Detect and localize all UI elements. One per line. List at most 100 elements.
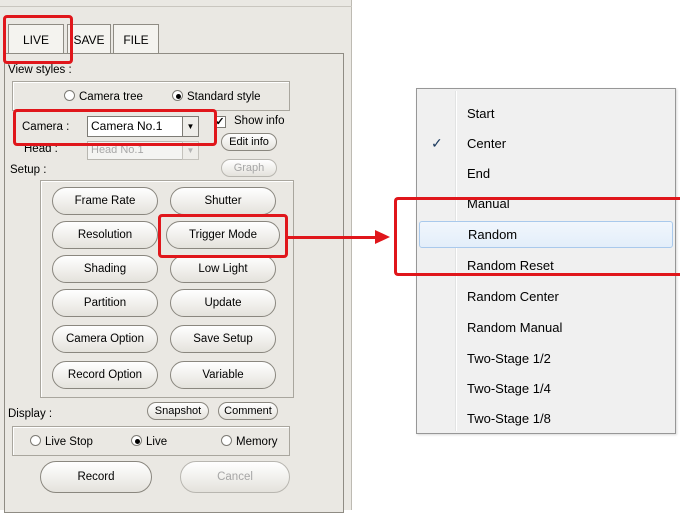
record-option-button[interactable]: Record Option bbox=[52, 361, 158, 389]
menu-item-label: Random Reset bbox=[467, 257, 554, 273]
head-dropdown-button[interactable]: ▼ bbox=[182, 141, 199, 160]
snapshot-button[interactable]: Snapshot bbox=[147, 402, 209, 420]
camera-tree-radio[interactable]: Camera tree bbox=[64, 90, 143, 103]
menu-item-center[interactable]: ✓ Center bbox=[419, 130, 673, 156]
display-label: Display : bbox=[8, 408, 53, 420]
setup-label: Setup : bbox=[10, 164, 47, 176]
chevron-down-icon: ▼ bbox=[186, 146, 195, 155]
menu-item-label: Random bbox=[468, 227, 518, 242]
radio-selected-icon bbox=[131, 435, 142, 446]
menu-item-random-center[interactable]: Random Center bbox=[419, 283, 673, 309]
frame-rate-label: Frame Rate bbox=[74, 195, 136, 207]
partition-button[interactable]: Partition bbox=[52, 289, 158, 317]
save-setup-label: Save Setup bbox=[193, 333, 253, 345]
camera-option-button[interactable]: Camera Option bbox=[52, 325, 158, 353]
shading-label: Shading bbox=[83, 263, 127, 275]
live-stop-radio[interactable]: Live Stop bbox=[30, 435, 93, 448]
menu-item-two-stage-1-2[interactable]: Two-Stage 1/2 bbox=[419, 345, 673, 371]
variable-button[interactable]: Variable bbox=[170, 361, 276, 389]
head-label: Head : bbox=[24, 143, 58, 155]
show-info-label: Show info bbox=[234, 115, 285, 127]
standard-style-radio[interactable]: Standard style bbox=[172, 90, 261, 103]
tab-save-label: SAVE bbox=[73, 32, 105, 47]
comment-label: Comment bbox=[224, 405, 272, 417]
save-setup-button[interactable]: Save Setup bbox=[170, 325, 276, 353]
shutter-button[interactable]: Shutter bbox=[170, 187, 276, 215]
low-light-label: Low Light bbox=[198, 263, 248, 275]
camera-dropdown-button[interactable]: ▼ bbox=[182, 116, 199, 137]
menu-item-label: Two-Stage 1/4 bbox=[467, 380, 551, 396]
edit-info-button[interactable]: Edit info bbox=[221, 133, 277, 151]
trigger-mode-label: Trigger Mode bbox=[189, 229, 257, 241]
cancel-label: Cancel bbox=[217, 471, 253, 483]
resolution-label: Resolution bbox=[77, 229, 133, 241]
head-select[interactable]: Head No.1 bbox=[87, 141, 183, 160]
radio-icon bbox=[64, 90, 75, 101]
cancel-button[interactable]: Cancel bbox=[180, 461, 290, 493]
camera-select-value: Camera No.1 bbox=[91, 119, 163, 133]
chevron-down-icon: ▼ bbox=[186, 122, 195, 131]
arrow-right-icon bbox=[375, 230, 390, 244]
record-option-label: Record Option bbox=[67, 369, 143, 381]
menu-item-random-reset[interactable]: Random Reset bbox=[419, 252, 673, 278]
record-button[interactable]: Record bbox=[40, 461, 152, 493]
checkmark-icon: ✓ bbox=[431, 134, 443, 151]
menu-item-label: Random Manual bbox=[467, 319, 563, 335]
tab-save[interactable]: SAVE bbox=[67, 24, 111, 54]
view-styles-label: View styles : bbox=[8, 64, 72, 76]
camera-option-label: Camera Option bbox=[66, 333, 144, 345]
snapshot-label: Snapshot bbox=[154, 405, 202, 417]
menu-item-two-stage-1-4[interactable]: Two-Stage 1/4 bbox=[419, 375, 673, 401]
menu-item-start[interactable]: Start bbox=[419, 100, 673, 126]
partition-label: Partition bbox=[83, 297, 127, 309]
shading-button[interactable]: Shading bbox=[52, 255, 158, 283]
checkmark-icon: ✓ bbox=[215, 116, 225, 128]
resolution-button[interactable]: Resolution bbox=[52, 221, 158, 249]
radio-icon bbox=[221, 435, 232, 446]
variable-label: Variable bbox=[202, 369, 244, 381]
menu-item-label: Two-Stage 1/8 bbox=[467, 410, 551, 426]
callout-arrow-line bbox=[287, 236, 377, 239]
tab-live[interactable]: LIVE bbox=[8, 24, 64, 54]
trigger-mode-button[interactable]: Trigger Mode bbox=[166, 221, 280, 249]
memory-label: Memory bbox=[236, 436, 278, 448]
comment-button[interactable]: Comment bbox=[218, 402, 278, 420]
menu-item-label: Two-Stage 1/2 bbox=[467, 350, 551, 366]
menu-item-label: Center bbox=[467, 135, 507, 151]
menu-item-label: Start bbox=[467, 105, 495, 121]
standard-style-label: Standard style bbox=[187, 91, 261, 103]
record-label: Record bbox=[77, 471, 115, 483]
tab-live-label: LIVE bbox=[22, 32, 49, 47]
radio-icon bbox=[30, 435, 41, 446]
graph-button[interactable]: Graph bbox=[221, 159, 277, 177]
edit-info-label: Edit info bbox=[229, 136, 269, 148]
menu-item-random[interactable]: Random bbox=[419, 221, 673, 248]
graph-label: Graph bbox=[233, 162, 265, 174]
live-stop-label: Live Stop bbox=[45, 436, 93, 448]
control-panel: LIVE SAVE FILE View styles : Camera tree… bbox=[0, 0, 352, 513]
trigger-mode-menu: Start ✓ Center End Manual Random Random … bbox=[416, 88, 676, 434]
menu-item-end[interactable]: End bbox=[419, 160, 673, 186]
menu-item-random-manual[interactable]: Random Manual bbox=[419, 314, 673, 340]
menu-item-manual[interactable]: Manual bbox=[419, 190, 673, 216]
update-label: Update bbox=[204, 297, 242, 309]
tab-file[interactable]: FILE bbox=[113, 24, 159, 54]
panel-top-border bbox=[0, 6, 352, 7]
memory-radio[interactable]: Memory bbox=[221, 435, 278, 448]
tab-file-label: FILE bbox=[123, 32, 149, 47]
show-info-checkbox[interactable]: ✓ bbox=[214, 116, 226, 128]
live-label: Live bbox=[146, 436, 168, 448]
radio-selected-icon bbox=[172, 90, 183, 101]
menu-item-label: Random Center bbox=[467, 288, 559, 304]
menu-item-label: End bbox=[467, 165, 491, 181]
camera-select[interactable]: Camera No.1 bbox=[87, 116, 183, 137]
menu-item-label: Manual bbox=[467, 195, 510, 211]
shutter-label: Shutter bbox=[204, 195, 242, 207]
head-select-value: Head No.1 bbox=[91, 144, 144, 156]
camera-tree-label: Camera tree bbox=[79, 91, 143, 103]
low-light-button[interactable]: Low Light bbox=[170, 255, 276, 283]
update-button[interactable]: Update bbox=[170, 289, 276, 317]
frame-rate-button[interactable]: Frame Rate bbox=[52, 187, 158, 215]
menu-item-two-stage-1-8[interactable]: Two-Stage 1/8 bbox=[419, 405, 673, 431]
live-radio[interactable]: Live bbox=[131, 435, 167, 448]
